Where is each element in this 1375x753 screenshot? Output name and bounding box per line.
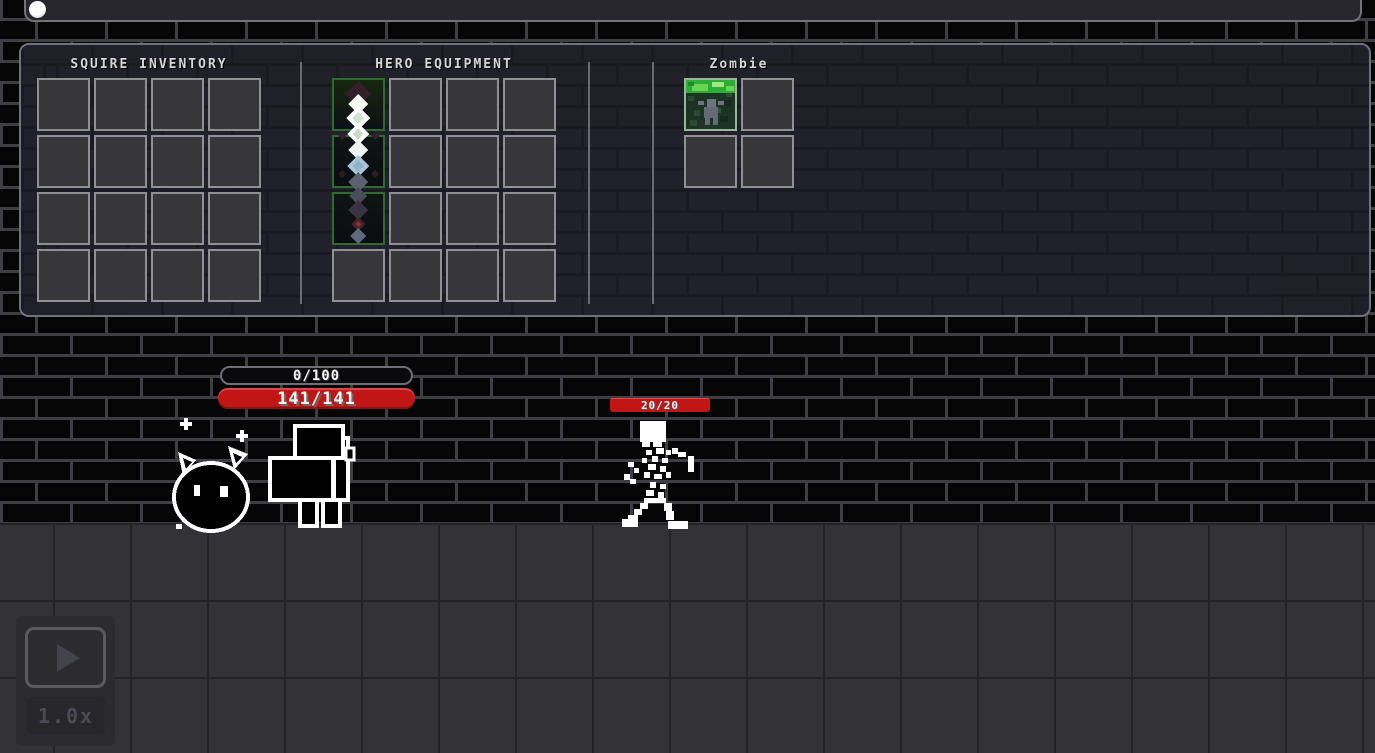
section-divider — [588, 62, 590, 304]
play-icon — [57, 643, 80, 672]
inventory-slot[interactable] — [208, 78, 261, 131]
brick-row — [0, 21, 1375, 42]
hero-hp-bar: 141/141 — [218, 388, 415, 409]
inventory-slot[interactable] — [94, 78, 147, 131]
inventory-slot[interactable] — [151, 192, 204, 245]
equipment-slot[interactable] — [389, 135, 442, 188]
equipment-slot[interactable] — [503, 192, 556, 245]
inventory-slot[interactable] — [94, 249, 147, 302]
equipment-slot[interactable] — [503, 249, 556, 302]
inventory-slot[interactable] — [37, 78, 90, 131]
inventory-slot[interactable] — [37, 192, 90, 245]
zombie-slot[interactable] — [741, 135, 794, 188]
hero-hp-label: 141/141 — [277, 388, 356, 409]
hero-xp-bar: 0/100 — [220, 366, 413, 385]
inventory-slot[interactable] — [151, 249, 204, 302]
squire-inventory-title: SQUIRE INVENTORY — [70, 57, 228, 72]
speed-label: 1.0x — [37, 703, 95, 728]
section-divider — [300, 62, 302, 304]
inventory-slot[interactable] — [37, 135, 90, 188]
floor-grid — [0, 523, 1375, 753]
zombie-title: Zombie — [709, 57, 769, 72]
brick-row — [0, 378, 1375, 399]
equipment-slot[interactable] — [389, 78, 442, 131]
equipment-slot[interactable] — [503, 135, 556, 188]
inventory-panel: SQUIRE INVENTORY HERO EQUIPMENT Zombie — [19, 43, 1371, 317]
inventory-slot[interactable] — [208, 135, 261, 188]
equipment-slot[interactable] — [389, 249, 442, 302]
inventory-slot[interactable] — [37, 249, 90, 302]
section-divider — [652, 62, 654, 304]
zombie-slot[interactable] — [684, 135, 737, 188]
play-button[interactable] — [25, 627, 106, 688]
game-stage: SQUIRE INVENTORY HERO EQUIPMENT Zombie 0… — [0, 0, 1375, 753]
equipment-slot[interactable] — [446, 135, 499, 188]
brick-row — [0, 357, 1375, 378]
equipment-slot[interactable] — [332, 249, 385, 302]
brick-row — [0, 336, 1375, 357]
top-bar — [24, 0, 1362, 22]
equipment-slot[interactable] — [446, 78, 499, 131]
playback-controls: 1.0x — [16, 616, 115, 746]
zombie-grid — [684, 78, 794, 188]
hero-knight-character — [268, 424, 356, 528]
orb-icon[interactable] — [29, 1, 46, 18]
inventory-slot[interactable] — [208, 192, 261, 245]
squire-inventory-grid — [37, 78, 261, 302]
enemy-hp-bar: 20/20 — [610, 398, 710, 412]
brick-row — [0, 315, 1375, 336]
inventory-slot[interactable] — [151, 135, 204, 188]
squire-blob-character — [172, 418, 250, 533]
enemy-hp-label: 20/20 — [640, 398, 680, 412]
hero-xp-label: 0/100 — [292, 367, 341, 384]
inventory-slot[interactable] — [208, 249, 261, 302]
zombie-slot[interactable] — [741, 78, 794, 131]
equipment-slot[interactable] — [389, 192, 442, 245]
hero-equipment-grid — [332, 78, 556, 302]
speed-button[interactable]: 1.0x — [27, 697, 105, 734]
zombie-item-icon[interactable] — [686, 80, 739, 133]
sword-item-icon[interactable] — [332, 78, 385, 245]
inventory-slot[interactable] — [151, 78, 204, 131]
equipment-slot[interactable] — [503, 78, 556, 131]
hero-equipment-title: HERO EQUIPMENT — [375, 57, 513, 72]
inventory-slot[interactable] — [94, 192, 147, 245]
equipment-slot[interactable] — [446, 249, 499, 302]
equipment-slot[interactable] — [446, 192, 499, 245]
inventory-slot[interactable] — [94, 135, 147, 188]
zombie-skeleton-character — [622, 421, 694, 529]
